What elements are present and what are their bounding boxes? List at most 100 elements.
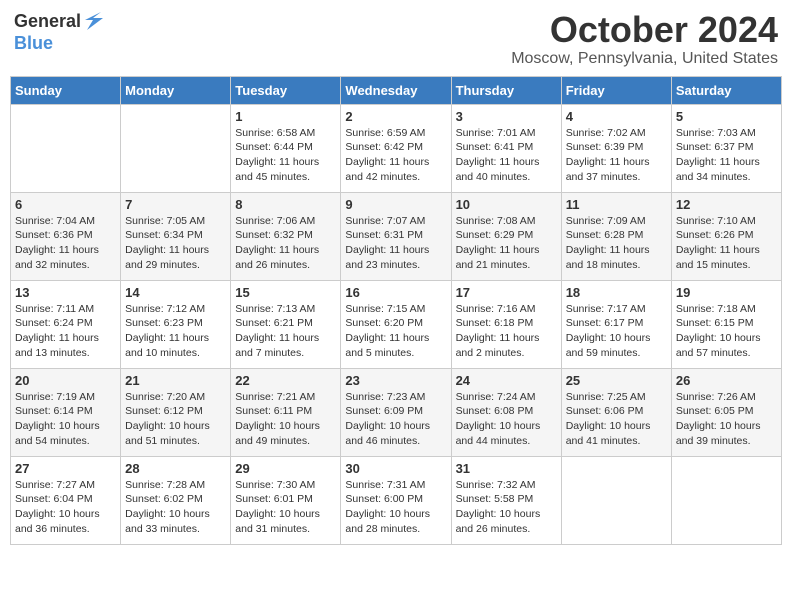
day-number: 3 [456, 109, 557, 124]
day-number: 9 [345, 197, 446, 212]
calendar-day-cell: 14 Sunrise: 7:12 AM Sunset: 6:23 PM Dayli… [121, 280, 231, 368]
day-info: Sunrise: 7:09 AM Sunset: 6:28 PM Dayligh… [566, 214, 667, 273]
day-info: Sunrise: 7:03 AM Sunset: 6:37 PM Dayligh… [676, 126, 777, 185]
calendar-week-row: 13 Sunrise: 7:11 AM Sunset: 6:24 PM Dayli… [11, 280, 782, 368]
day-info: Sunrise: 6:58 AM Sunset: 6:44 PM Dayligh… [235, 126, 336, 185]
weekday-header-cell: Sunday [11, 76, 121, 104]
month-title: October 2024 [511, 10, 778, 50]
weekday-header-cell: Wednesday [341, 76, 451, 104]
calendar-day-cell: 15 Sunrise: 7:13 AM Sunset: 6:21 PM Dayli… [231, 280, 341, 368]
logo: General Blue [14, 10, 103, 54]
title-area: October 2024 Moscow, Pennsylvania, Unite… [511, 10, 778, 68]
header: General Blue October 2024 Moscow, Pennsy… [10, 10, 782, 68]
calendar-day-cell: 11 Sunrise: 7:09 AM Sunset: 6:28 PM Dayli… [561, 192, 671, 280]
calendar-day-cell: 10Sunrise: 7:08 AM Sunset: 6:29 PM Dayli… [451, 192, 561, 280]
day-info: Sunrise: 7:25 AM Sunset: 6:06 PM Dayligh… [566, 390, 667, 449]
day-info: Sunrise: 7:19 AM Sunset: 6:14 PM Dayligh… [15, 390, 116, 449]
day-info: Sunrise: 7:21 AM Sunset: 6:11 PM Dayligh… [235, 390, 336, 449]
calendar-day-cell [11, 104, 121, 192]
calendar-day-cell: 26 Sunrise: 7:26 AM Sunset: 6:05 PM Dayli… [671, 368, 781, 456]
day-info: Sunrise: 7:17 AM Sunset: 6:17 PM Dayligh… [566, 302, 667, 361]
calendar-body: 1 Sunrise: 6:58 AM Sunset: 6:44 PM Daylig… [11, 104, 782, 544]
day-number: 2 [345, 109, 446, 124]
day-number: 20 [15, 373, 116, 388]
day-info: Sunrise: 7:05 AM Sunset: 6:34 PM Dayligh… [125, 214, 226, 273]
day-number: 11 [566, 197, 667, 212]
weekday-header-cell: Saturday [671, 76, 781, 104]
day-number: 1 [235, 109, 336, 124]
day-number: 23 [345, 373, 446, 388]
day-number: 31 [456, 461, 557, 476]
calendar-day-cell: 28 Sunrise: 7:28 AM Sunset: 6:02 PM Dayli… [121, 456, 231, 544]
day-info: Sunrise: 7:20 AM Sunset: 6:12 PM Dayligh… [125, 390, 226, 449]
calendar-week-row: 20 Sunrise: 7:19 AM Sunset: 6:14 PM Dayli… [11, 368, 782, 456]
day-number: 8 [235, 197, 336, 212]
calendar-week-row: 27 Sunrise: 7:27 AM Sunset: 6:04 PM Dayli… [11, 456, 782, 544]
day-number: 18 [566, 285, 667, 300]
day-info: Sunrise: 7:04 AM Sunset: 6:36 PM Dayligh… [15, 214, 116, 273]
day-info: Sunrise: 7:18 AM Sunset: 6:15 PM Dayligh… [676, 302, 777, 361]
day-number: 27 [15, 461, 116, 476]
calendar-day-cell: 7 Sunrise: 7:05 AM Sunset: 6:34 PM Daylig… [121, 192, 231, 280]
calendar-day-cell: 17 Sunrise: 7:16 AM Sunset: 6:18 PM Dayli… [451, 280, 561, 368]
calendar-day-cell: 1 Sunrise: 6:58 AM Sunset: 6:44 PM Daylig… [231, 104, 341, 192]
day-info: Sunrise: 7:02 AM Sunset: 6:39 PM Dayligh… [566, 126, 667, 185]
calendar-day-cell: 29Sunrise: 7:30 AM Sunset: 6:01 PM Dayli… [231, 456, 341, 544]
day-info: Sunrise: 7:26 AM Sunset: 6:05 PM Dayligh… [676, 390, 777, 449]
day-info: Sunrise: 7:12 AM Sunset: 6:23 PM Dayligh… [125, 302, 226, 361]
day-info: Sunrise: 7:07 AM Sunset: 6:31 PM Dayligh… [345, 214, 446, 273]
day-number: 19 [676, 285, 777, 300]
day-info: Sunrise: 7:23 AM Sunset: 6:09 PM Dayligh… [345, 390, 446, 449]
day-number: 13 [15, 285, 116, 300]
calendar-day-cell: 2 Sunrise: 6:59 AM Sunset: 6:42 PM Daylig… [341, 104, 451, 192]
day-number: 30 [345, 461, 446, 476]
day-info: Sunrise: 7:15 AM Sunset: 6:20 PM Dayligh… [345, 302, 446, 361]
day-number: 6 [15, 197, 116, 212]
day-number: 14 [125, 285, 226, 300]
calendar-day-cell: 9 Sunrise: 7:07 AM Sunset: 6:31 PM Daylig… [341, 192, 451, 280]
day-number: 4 [566, 109, 667, 124]
calendar-day-cell: 24 Sunrise: 7:24 AM Sunset: 6:08 PM Dayli… [451, 368, 561, 456]
day-info: Sunrise: 7:01 AM Sunset: 6:41 PM Dayligh… [456, 126, 557, 185]
calendar-day-cell: 20 Sunrise: 7:19 AM Sunset: 6:14 PM Dayli… [11, 368, 121, 456]
location: Moscow, Pennsylvania, United States [511, 50, 778, 68]
day-info: Sunrise: 7:13 AM Sunset: 6:21 PM Dayligh… [235, 302, 336, 361]
day-info: Sunrise: 7:30 AM Sunset: 6:01 PM Dayligh… [235, 478, 336, 537]
calendar-day-cell: 16Sunrise: 7:15 AM Sunset: 6:20 PM Dayli… [341, 280, 451, 368]
day-info: Sunrise: 7:16 AM Sunset: 6:18 PM Dayligh… [456, 302, 557, 361]
day-info: Sunrise: 7:31 AM Sunset: 6:00 PM Dayligh… [345, 478, 446, 537]
day-info: Sunrise: 7:28 AM Sunset: 6:02 PM Dayligh… [125, 478, 226, 537]
day-number: 17 [456, 285, 557, 300]
calendar-day-cell: 12Sunrise: 7:10 AM Sunset: 6:26 PM Dayli… [671, 192, 781, 280]
weekday-header-row: SundayMondayTuesdayWednesdayThursdayFrid… [11, 76, 782, 104]
day-number: 25 [566, 373, 667, 388]
calendar-day-cell: 4 Sunrise: 7:02 AM Sunset: 6:39 PM Daylig… [561, 104, 671, 192]
calendar-day-cell: 22Sunrise: 7:21 AM Sunset: 6:11 PM Dayli… [231, 368, 341, 456]
day-info: Sunrise: 7:11 AM Sunset: 6:24 PM Dayligh… [15, 302, 116, 361]
day-info: Sunrise: 6:59 AM Sunset: 6:42 PM Dayligh… [345, 126, 446, 185]
calendar-day-cell: 19 Sunrise: 7:18 AM Sunset: 6:15 PM Dayli… [671, 280, 781, 368]
weekday-header-cell: Thursday [451, 76, 561, 104]
weekday-header-cell: Tuesday [231, 76, 341, 104]
calendar-day-cell: 6 Sunrise: 7:04 AM Sunset: 6:36 PM Daylig… [11, 192, 121, 280]
day-info: Sunrise: 7:24 AM Sunset: 6:08 PM Dayligh… [456, 390, 557, 449]
calendar-week-row: 1 Sunrise: 6:58 AM Sunset: 6:44 PM Daylig… [11, 104, 782, 192]
calendar-day-cell: 31Sunrise: 7:32 AM Sunset: 5:58 PM Dayli… [451, 456, 561, 544]
calendar-day-cell: 3 Sunrise: 7:01 AM Sunset: 6:41 PM Daylig… [451, 104, 561, 192]
weekday-header-cell: Friday [561, 76, 671, 104]
calendar-day-cell [561, 456, 671, 544]
day-number: 26 [676, 373, 777, 388]
day-number: 12 [676, 197, 777, 212]
calendar-table: SundayMondayTuesdayWednesdayThursdayFrid… [10, 76, 782, 545]
day-info: Sunrise: 7:27 AM Sunset: 6:04 PM Dayligh… [15, 478, 116, 537]
day-number: 24 [456, 373, 557, 388]
calendar-day-cell: 23 Sunrise: 7:23 AM Sunset: 6:09 PM Dayli… [341, 368, 451, 456]
calendar-day-cell: 13 Sunrise: 7:11 AM Sunset: 6:24 PM Dayli… [11, 280, 121, 368]
calendar-day-cell: 25 Sunrise: 7:25 AM Sunset: 6:06 PM Dayli… [561, 368, 671, 456]
day-number: 28 [125, 461, 226, 476]
day-number: 7 [125, 197, 226, 212]
calendar-day-cell [121, 104, 231, 192]
day-number: 15 [235, 285, 336, 300]
calendar-week-row: 6 Sunrise: 7:04 AM Sunset: 6:36 PM Daylig… [11, 192, 782, 280]
calendar-day-cell: 27 Sunrise: 7:27 AM Sunset: 6:04 PM Dayli… [11, 456, 121, 544]
